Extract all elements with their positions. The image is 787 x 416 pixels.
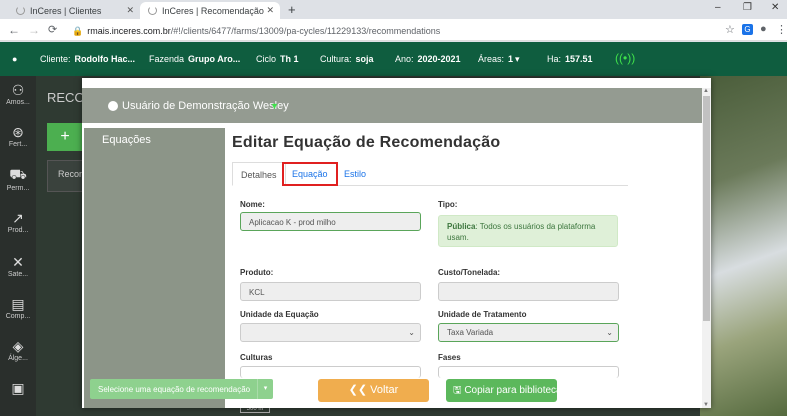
url-path: /#!/clients/6477/farms/13009/pa-cycles/1…	[170, 26, 441, 36]
user-icon	[108, 100, 118, 111]
unidade-equacao-select[interactable]: ⌄	[240, 323, 421, 342]
layers-icon: ◈	[12, 338, 24, 354]
fertilizer-icon: ⊛	[12, 124, 24, 140]
satellite-icon: ✕	[12, 254, 24, 270]
lock-icon: 🔒	[72, 26, 84, 36]
nome-field[interactable]: Aplicacao K - prod milho	[240, 212, 421, 231]
back-button[interactable]: ←	[8, 23, 20, 37]
caret-down-icon[interactable]: ▾	[257, 379, 273, 399]
loading-icon	[16, 6, 25, 15]
sample-icon: ⚇	[11, 82, 25, 98]
copy-to-library-button[interactable]: 🖫 Copiar para biblioteca	[446, 379, 557, 402]
browser-tab-recomendacao[interactable]: InCeres | Recomendação ✕	[140, 2, 280, 19]
forward-button[interactable]: →	[28, 23, 40, 37]
sidebar-item-composicao[interactable]: ▤ Comp...	[0, 296, 36, 320]
modal-scrollbar[interactable]: ▲ ▼	[702, 88, 711, 408]
sidebar-item-algebra[interactable]: ◈ Álge...	[0, 338, 36, 362]
select-equation-button[interactable]: Selecione uma equação de recomendação ▾	[90, 379, 273, 399]
sidebar-item-producao[interactable]: ↗ Prod...	[0, 210, 36, 234]
url-field[interactable]: 🔒 rmais.inceres.com.br/#!/clients/6477/fa…	[72, 26, 440, 37]
modal-header: Usuário de Demonstração Wesley ▼	[82, 88, 702, 123]
tab-estilo[interactable]: Estilo	[336, 162, 374, 186]
profile-icon[interactable]: ●	[760, 23, 767, 35]
culturas-field[interactable]	[240, 366, 421, 378]
produto-field[interactable]: KCL	[240, 282, 421, 301]
compose-icon: ▤	[11, 296, 25, 312]
unidade-tratamento-label: Unidade de Tratamento	[438, 310, 527, 319]
app-header: ● Cliente: Rodolfo Hac... Fazenda Grupo Ar…	[0, 42, 787, 76]
custo-field[interactable]	[438, 282, 619, 301]
double-chevron-left-icon: ❮❮	[348, 384, 368, 396]
tab-title: InCeres | Clientes	[30, 5, 102, 16]
sidebar-item-satelite[interactable]: ✕ Sate...	[0, 254, 36, 278]
tractor-icon: ⛟	[9, 166, 27, 182]
scroll-up-icon[interactable]: ▲	[703, 88, 709, 94]
tab-bar: Detalhes Equação Estilo	[232, 162, 628, 186]
fases-label: Fases	[438, 353, 461, 362]
year-selector[interactable]: Ano: 2020-2021	[395, 54, 461, 64]
tipo-label: Tipo:	[438, 200, 458, 209]
report-icon: ▣	[11, 380, 25, 396]
user-icon[interactable]: ●	[12, 54, 17, 64]
produto-label: Produto:	[240, 268, 274, 277]
loading-icon	[148, 6, 157, 15]
modal-close-button[interactable]: ×	[701, 77, 711, 87]
chevron-down-icon: ⌄	[606, 328, 613, 337]
sidebar: ⚇ Amos... ⊛ Fert... ⛟ Perm... ↗ Prod... ✕ Sat…	[0, 76, 36, 416]
satellite-map	[700, 76, 787, 416]
save-icon: 🖫	[453, 385, 462, 396]
equations-panel-label: Equações	[102, 134, 151, 146]
fases-field[interactable]	[438, 366, 619, 378]
sidebar-item-permissoes[interactable]: ⛟ Perm...	[0, 166, 36, 192]
voltar-button[interactable]: ❮❮ Voltar	[318, 379, 429, 402]
reload-button[interactable]: ⟳	[48, 23, 57, 36]
chevron-down-icon: ⌄	[408, 328, 415, 337]
close-icon[interactable]: ✕	[126, 5, 134, 16]
farm-selector[interactable]: Fazenda Grupo Aro...	[149, 54, 240, 64]
culture-selector[interactable]: Cultura: soja	[320, 54, 374, 64]
close-icon[interactable]: ✕	[266, 5, 274, 16]
cycle-selector[interactable]: Ciclo Th 1	[256, 54, 299, 64]
maximize-button[interactable]: ❐	[743, 2, 752, 13]
url-host: rmais.inceres.com.br	[87, 26, 171, 36]
client-selector[interactable]: Cliente: Rodolfo Hac...	[40, 54, 135, 64]
sidebar-item-amostras[interactable]: ⚇ Amos...	[0, 82, 36, 106]
recommendation-card[interactable]: Recom	[47, 160, 87, 192]
unidade-tratamento-select[interactable]: Taxa Variada ⌄	[438, 323, 619, 342]
hectares-display: Ha: 157.51	[547, 54, 593, 64]
chart-icon: ↗	[12, 210, 24, 226]
wifi-icon: ((•))	[615, 51, 636, 65]
browser-tab-clientes[interactable]: InCeres | Clientes ✕	[8, 2, 140, 19]
nome-label: Nome:	[240, 200, 265, 209]
signal-icon: ▼	[270, 101, 279, 111]
add-recommendation-button[interactable]: +	[47, 123, 83, 151]
tab-detalhes[interactable]: Detalhes	[232, 162, 286, 186]
window-close-button[interactable]: ✕	[771, 2, 779, 13]
browser-tab-strip: InCeres | Clientes ✕ InCeres | Recomenda…	[0, 0, 787, 19]
bookmark-icon[interactable]: ☆	[725, 23, 735, 36]
tipo-info-alert: Pública: Todos os usuários da plataforma…	[438, 215, 618, 247]
equations-panel: Equações	[84, 128, 225, 408]
unidade-equacao-label: Unidade da Equação	[240, 310, 319, 319]
scrollbar-thumb[interactable]	[703, 96, 710, 321]
culturas-label: Culturas	[240, 353, 273, 362]
new-tab-button[interactable]: +	[288, 2, 296, 17]
sidebar-item-report[interactable]: ▣	[0, 380, 36, 397]
tab-equacao[interactable]: Equação	[282, 162, 338, 186]
sidebar-item-fertilidade[interactable]: ⊛ Fert...	[0, 124, 36, 148]
translate-icon[interactable]: G	[742, 24, 753, 35]
custo-label: Custo/Tonelada:	[438, 268, 501, 277]
chevron-down-icon: ▾	[515, 54, 520, 64]
scroll-down-icon[interactable]: ▼	[703, 402, 709, 408]
address-bar: ← → ⟳ 🔒 rmais.inceres.com.br/#!/clients/6…	[0, 19, 787, 41]
user-name: Usuário de Demonstração Wesley	[122, 99, 289, 112]
page-title: Editar Equação de Recomendação	[232, 134, 501, 151]
tipo-bold: Pública	[447, 222, 476, 231]
minimize-button[interactable]: –	[715, 2, 721, 13]
menu-icon[interactable]: ⋮	[776, 23, 787, 36]
background-page-title: RECO	[47, 90, 85, 105]
areas-selector[interactable]: Áreas: 1 ▾	[478, 54, 520, 65]
tab-title: InCeres | Recomendação	[162, 5, 264, 16]
